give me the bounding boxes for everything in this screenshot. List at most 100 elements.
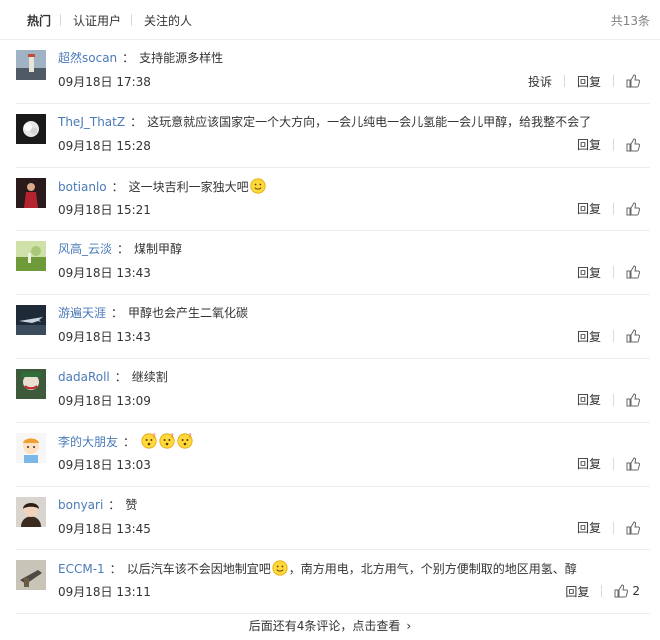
tab-divider	[131, 14, 132, 26]
action-divider	[613, 75, 614, 87]
smile-emoji-icon	[250, 177, 266, 194]
username[interactable]: 超然socan	[58, 51, 117, 65]
reply-button[interactable]: 回复	[577, 391, 601, 408]
action-divider	[613, 457, 614, 470]
reply-button[interactable]: 回复	[577, 455, 601, 472]
colon: ：	[130, 114, 143, 129]
thumbs-up-icon	[626, 138, 640, 152]
comment-item: bonyari ： 赞 09月18日 13:45 回复	[16, 487, 650, 551]
thumbs-up-icon	[626, 521, 640, 535]
comment-text: 赞	[125, 497, 138, 512]
username[interactable]: TheJ_ThatZ	[58, 115, 125, 129]
tab-divider	[60, 14, 61, 26]
colon: ：	[111, 179, 124, 194]
like-button[interactable]: 2	[614, 584, 640, 598]
comment-text: 支持能源多样性	[139, 51, 224, 65]
comment-tabs: 热门 认证用户 关注的人 共13条	[0, 0, 660, 40]
comment-time: 09月18日 15:21	[58, 202, 151, 217]
avatar[interactable]	[16, 113, 46, 144]
comment-time: 09月18日 15:28	[58, 138, 151, 153]
avatar[interactable]	[16, 177, 46, 208]
avatar[interactable]	[16, 241, 46, 272]
action-divider	[613, 266, 614, 279]
like-button[interactable]	[626, 265, 640, 279]
username[interactable]: bonyari	[58, 498, 103, 512]
username[interactable]: botianlo	[58, 180, 107, 194]
comment-text-continued: ，南方用电，北方用气，个别方便制取的地区用氢、醇	[288, 562, 577, 577]
svg-text:?: ?	[153, 433, 156, 440]
colon: ：	[111, 306, 124, 321]
action-divider	[613, 202, 614, 215]
comment-item: dadaRoll ： 继续割 09月18日 13:09 回复	[16, 359, 650, 423]
colon: ：	[117, 242, 130, 257]
avatar[interactable]	[16, 368, 46, 399]
username[interactable]: dadaRoll	[58, 370, 110, 384]
chevron-right-icon: ›	[406, 619, 412, 633]
username[interactable]: 游遍天涯	[58, 306, 106, 320]
thumbs-up-icon	[626, 457, 640, 471]
avatar[interactable]	[16, 305, 46, 336]
reply-button[interactable]: 回复	[577, 136, 601, 153]
username[interactable]: 风高_云淡	[58, 242, 112, 256]
action-divider	[613, 393, 614, 406]
comment-text: 这玩意就应该国家定一个大方向，一会儿纯电一会儿氢能一会儿甲醇，给我整不会了	[147, 114, 592, 129]
comment-text: 甲醇也会产生二氧化碳	[128, 306, 249, 321]
like-button[interactable]	[626, 521, 640, 535]
report-button[interactable]: 投诉	[528, 73, 552, 90]
avatar[interactable]	[16, 432, 46, 463]
comment-time: 09月18日 17:38	[58, 75, 151, 89]
comment-text: 煤制甲醇	[134, 242, 183, 257]
comment-time: 09月18日 13:09	[58, 393, 151, 408]
reply-button[interactable]: 回复	[577, 519, 601, 536]
comment-time: 09月18日 13:43	[58, 330, 151, 345]
colon: ：	[114, 369, 127, 384]
comment-item: botianlo ： 这一块吉利一家独大吧 09月18日 15:21 回复	[16, 168, 650, 232]
comment-item: 游遍天涯 ： 甲醇也会产生二氧化碳 09月18日 13:43 回复	[16, 295, 650, 359]
like-button[interactable]	[626, 393, 640, 407]
avatar[interactable]	[16, 560, 46, 591]
like-button[interactable]	[626, 138, 640, 152]
load-more-comments[interactable]: 后面还有4条评论，点击查看 ›	[0, 613, 660, 640]
svg-text:?: ?	[189, 433, 192, 440]
reply-button[interactable]: 回复	[577, 200, 601, 217]
tab-hot[interactable]: 热门	[27, 12, 51, 29]
question-emoji-icon: ?	[141, 433, 157, 449]
action-divider	[563, 75, 565, 87]
like-button[interactable]	[626, 329, 640, 343]
comment-time: 09月18日 13:03	[58, 457, 151, 472]
username[interactable]: ECCM-1	[58, 562, 105, 576]
reply-button[interactable]: 回复	[577, 264, 601, 281]
colon: ：	[108, 497, 121, 512]
avatar[interactable]	[16, 50, 46, 80]
reply-button[interactable]: 回复	[577, 328, 601, 345]
load-more-label[interactable]: 后面还有4条评论，点击查看	[249, 619, 401, 633]
tab-following[interactable]: 关注的人	[144, 12, 192, 29]
comment-item: TheJ_ThatZ ： 这玩意就应该国家定一个大方向，一会儿纯电一会儿氢能一会儿甲…	[16, 104, 650, 168]
thumbs-up-icon	[614, 584, 629, 598]
comment-text: 这一块吉利一家独大吧	[128, 179, 249, 194]
thumbs-up-icon	[626, 265, 640, 279]
thumbs-up-icon	[626, 393, 640, 407]
question-emoji-icon: ?	[177, 433, 193, 449]
comment-time: 09月18日 13:45	[58, 521, 151, 536]
thumbs-up-icon	[626, 74, 640, 88]
tab-verified-users[interactable]: 认证用户	[73, 12, 121, 29]
question-emoji-icon: ?	[159, 433, 175, 449]
colon: ：	[122, 51, 135, 65]
comment-text: 继续割	[131, 369, 168, 384]
reply-button[interactable]: 回复	[565, 583, 589, 600]
like-button[interactable]	[626, 457, 640, 471]
comment-item: ECCM-1 ： 以后汽车该不会因地制宜吧 ，南方用电，北方用气，个别方便制取的地区用…	[16, 550, 650, 615]
like-button[interactable]	[626, 202, 640, 216]
comment-time: 09月18日 13:11	[58, 585, 151, 600]
comment-time: 09月18日 13:43	[58, 266, 151, 281]
username[interactable]: 李的大朋友	[58, 435, 118, 449]
like-button[interactable]	[626, 74, 640, 88]
comment-item: 超然socan ： 支持能源多样性 09月18日 17:38 投诉 回复	[16, 40, 650, 104]
comment-total: 共13条	[610, 14, 650, 28]
reply-button[interactable]: 回复	[577, 73, 601, 90]
action-divider	[613, 138, 614, 151]
action-divider	[601, 585, 603, 598]
action-divider	[613, 521, 614, 534]
avatar[interactable]	[16, 496, 46, 527]
